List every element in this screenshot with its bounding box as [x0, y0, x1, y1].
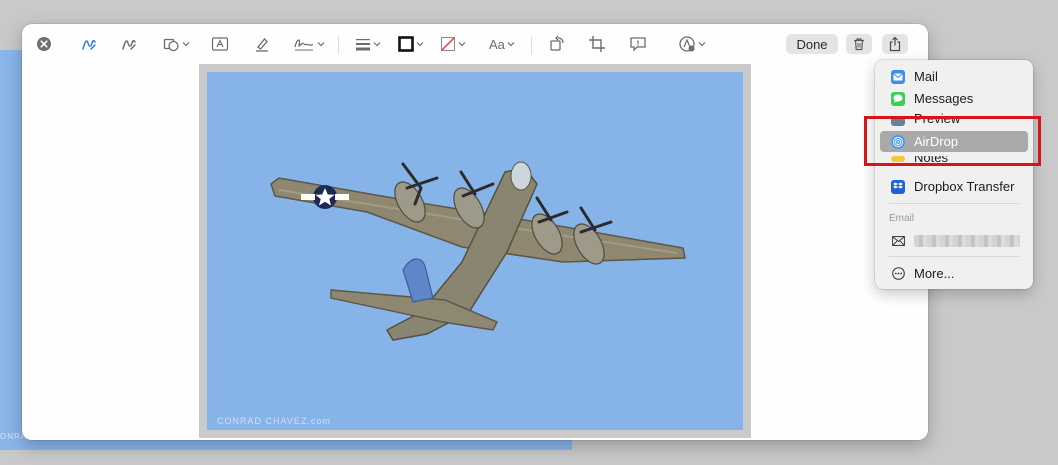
share-icon: [889, 36, 901, 52]
rotate-button[interactable]: [548, 34, 566, 54]
draw-icon: [122, 39, 136, 50]
photo-watermark: CONRAD CHAVEZ.com: [217, 416, 331, 426]
markup-window: Aa Done CONRAD CHAVEZ.com: [22, 24, 928, 440]
speech-bubble-icon: [630, 37, 646, 52]
sketch-icon: [82, 39, 96, 50]
mail-icon: [891, 69, 905, 84]
auto-fill-icon: [679, 36, 695, 52]
line-style-menu-button[interactable]: [355, 34, 381, 54]
highlighter-icon: [256, 38, 268, 52]
more-icon: [891, 267, 905, 281]
signature-menu-button[interactable]: [293, 34, 325, 54]
auto-fill-menu-button[interactable]: [678, 34, 706, 54]
signature-icon: [294, 39, 314, 51]
messages-icon: [891, 91, 905, 106]
annotate-button[interactable]: [629, 34, 647, 54]
share-item-label: More...: [914, 266, 955, 281]
crop-icon: [589, 36, 605, 52]
share-menu: Mail Messages Preview AirDrop Notes Drop…: [875, 60, 1033, 289]
share-item-messages[interactable]: Messages: [880, 88, 1028, 109]
draw-tool-button[interactable]: [120, 34, 138, 54]
share-item-label: Mail: [914, 69, 938, 84]
trash-icon: [854, 38, 864, 51]
sketch-tool-button[interactable]: [80, 34, 98, 54]
border-color-icon: [398, 36, 414, 52]
image-canvas[interactable]: CONRAD CHAVEZ.com: [199, 64, 751, 438]
envelope-icon: [891, 234, 905, 248]
rotate-icon: [550, 35, 564, 51]
border-color-menu-button[interactable]: [398, 34, 424, 54]
b17-bomber-illustration: [270, 161, 686, 341]
share-item-mail[interactable]: Mail: [880, 66, 1028, 87]
share-item-label: Messages: [914, 91, 974, 106]
text-style-menu-button[interactable]: Aa: [489, 34, 515, 54]
dropbox-icon: [891, 179, 905, 194]
fill-color-icon: [441, 37, 455, 51]
share-item-email-recipient[interactable]: [880, 230, 1028, 251]
crop-button[interactable]: [588, 34, 606, 54]
chevron-down-icon: [416, 42, 424, 47]
share-item-dropbox-transfer[interactable]: Dropbox Transfer: [880, 176, 1028, 197]
chevron-down-icon: [317, 42, 325, 47]
toolbar-divider: [338, 36, 339, 54]
shapes-icon: [163, 38, 179, 52]
text-style-label: Aa: [489, 36, 505, 52]
share-item-more[interactable]: More...: [880, 263, 1028, 284]
chevron-down-icon: [698, 42, 706, 47]
done-button[interactable]: Done: [786, 34, 838, 54]
delete-button[interactable]: [846, 34, 872, 54]
text-box-icon: [211, 37, 229, 51]
chevron-down-icon: [373, 42, 381, 47]
close-icon: [37, 37, 51, 51]
menu-divider: [889, 203, 1019, 204]
text-box-button[interactable]: [211, 34, 229, 54]
line-style-icon: [356, 39, 370, 51]
highlight-annotation-box: [864, 116, 1041, 166]
redacted-email-address: [914, 234, 1020, 247]
fill-color-menu-button[interactable]: [440, 34, 466, 54]
share-item-label: Dropbox Transfer: [914, 179, 1015, 194]
markup-toolbar: Aa Done: [22, 24, 928, 64]
close-button[interactable]: [36, 34, 52, 54]
share-button[interactable]: [882, 34, 908, 54]
shapes-menu-button[interactable]: [162, 34, 190, 54]
chevron-down-icon: [507, 42, 515, 47]
chevron-down-icon: [458, 42, 466, 47]
menu-divider: [889, 256, 1019, 257]
chevron-down-icon: [182, 42, 190, 47]
toolbar-divider: [531, 36, 532, 54]
highlight-button[interactable]: [253, 34, 271, 54]
email-section-header: Email: [889, 213, 915, 224]
airplane-photo: CONRAD CHAVEZ.com: [207, 72, 743, 430]
